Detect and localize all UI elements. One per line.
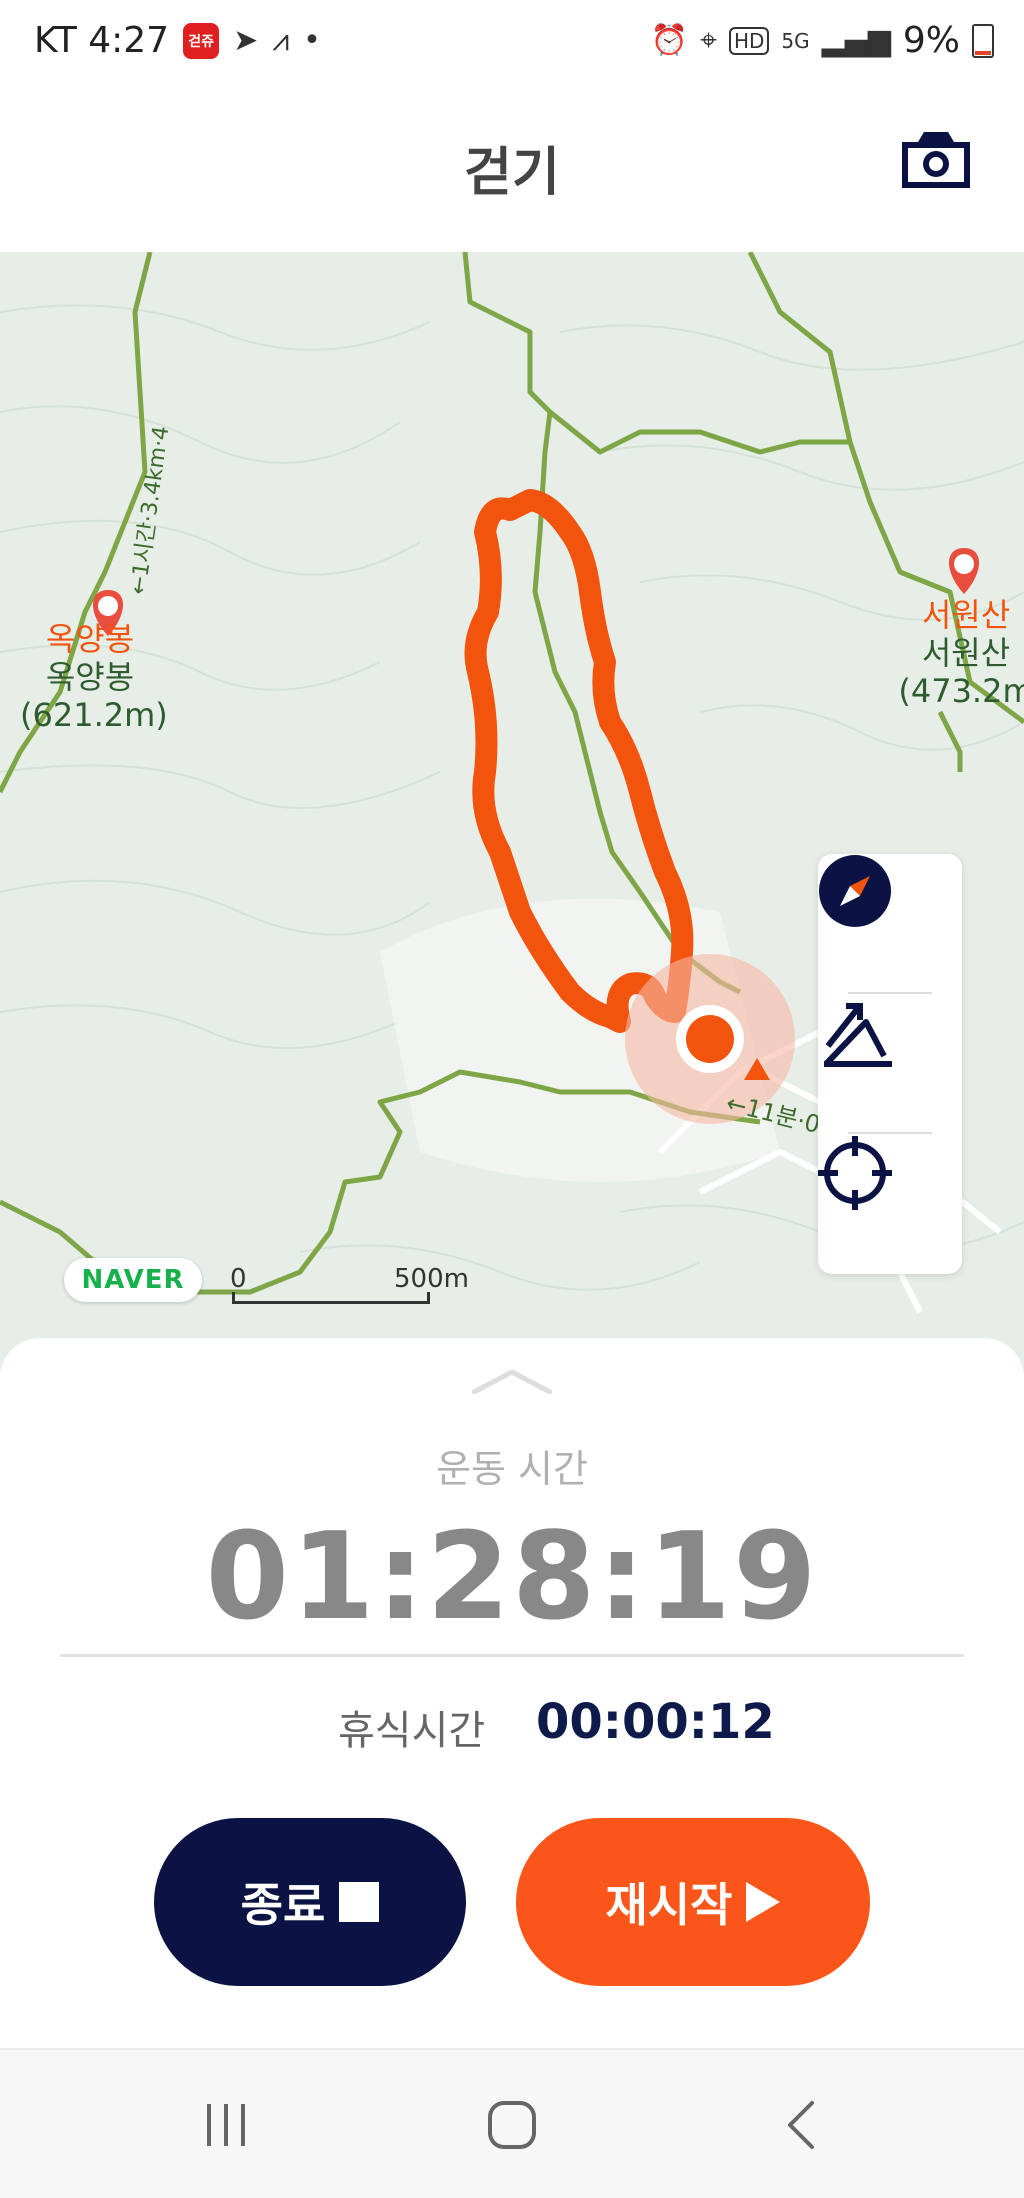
exercise-time-label: 운동 시간 xyxy=(436,1447,588,1491)
peak-name-secondary: 서원산 xyxy=(921,634,1011,672)
location-icon: ⌖ xyxy=(700,23,717,58)
peak-label-seowonsan[interactable]: 서원산 서원산 (473.2m xyxy=(896,596,1024,710)
chevron-up-icon[interactable] xyxy=(472,1368,552,1394)
rest-time-label: 휴식시간 xyxy=(338,1708,486,1754)
restart-button[interactable]: 재시작 xyxy=(516,1818,870,1986)
system-navigation-bar xyxy=(0,2048,1024,2198)
compass-button[interactable] xyxy=(818,854,962,990)
camera-button[interactable] xyxy=(898,128,974,192)
carrier-time: KT 4:27 xyxy=(34,20,170,61)
peak-height: (621.2m) xyxy=(20,696,168,734)
locate-button[interactable] xyxy=(818,1136,962,1272)
back-icon xyxy=(788,2101,814,2149)
recent-apps-icon xyxy=(207,2104,245,2146)
telegram-icon: ➤ xyxy=(233,23,259,58)
crosshair-icon xyxy=(818,1136,892,1210)
peak-name-secondary: 옥양봉 xyxy=(45,658,135,696)
peak-label-okyangbong[interactable]: 옥양봉 옥양봉 (621.2m) xyxy=(20,620,168,734)
map-provider-logo: NAVER xyxy=(64,1258,202,1302)
notification-dot: • xyxy=(303,23,321,58)
app-header: 걷기 xyxy=(0,90,1024,252)
status-right: ⏰ ⌖ HD 5G ▂▄▆ 9% xyxy=(651,20,994,61)
stop-icon xyxy=(339,1882,380,1922)
map-controls xyxy=(818,854,962,1274)
map-scale: 0 500m xyxy=(230,1264,469,1310)
peak-name: 서원산 xyxy=(921,596,1011,634)
compass-icon xyxy=(819,855,891,927)
page-title: 걷기 xyxy=(464,143,560,203)
controls-divider xyxy=(848,992,932,994)
hd-icon: HD xyxy=(728,26,770,55)
scale-bar xyxy=(232,1292,430,1304)
panel-divider xyxy=(60,1654,964,1657)
home-icon xyxy=(488,2101,536,2149)
recent-apps-button[interactable] xyxy=(176,2080,276,2170)
scale-start: 0 xyxy=(230,1264,247,1294)
elevation-button[interactable] xyxy=(818,996,962,1132)
peak-height: (473.2m xyxy=(898,672,1024,710)
home-button[interactable] xyxy=(462,2080,562,2170)
app-badge-icon: 걷쥬 xyxy=(183,22,220,59)
peak-name: 옥양봉 xyxy=(45,620,135,658)
end-button[interactable]: 종료 xyxy=(154,1818,466,1986)
shoe-icon: ⩘ xyxy=(272,23,290,58)
elevation-icon xyxy=(823,1003,892,1067)
workout-panel: 운동 시간 01:28:19 휴식시간 00:00:12 종료 재시작 xyxy=(0,1338,1024,2048)
5g-icon: 5G xyxy=(781,28,810,53)
play-icon xyxy=(746,1882,781,1922)
battery-icon xyxy=(972,23,994,58)
alarm-icon: ⏰ xyxy=(650,23,689,58)
rest-time: 00:00:12 xyxy=(536,1694,775,1750)
signal-icon: ▂▄▆ xyxy=(821,23,891,58)
end-button-label: 종료 xyxy=(240,1878,326,1932)
battery-percent: 9% xyxy=(902,20,960,61)
peak-marker-seowonsan xyxy=(949,548,979,594)
back-button[interactable] xyxy=(752,2080,852,2170)
status-bar: KT 4:27 걷쥬 ➤ ⩘ • ⏰ ⌖ HD 5G ▂▄▆ 9% xyxy=(0,0,1024,90)
restart-button-label: 재시작 xyxy=(605,1878,733,1932)
status-left: KT 4:27 걷쥬 ➤ ⩘ • xyxy=(34,20,321,61)
camera-icon xyxy=(902,132,970,188)
scale-end: 500m xyxy=(394,1264,469,1294)
map-view[interactable]: 옥양봉 옥양봉 (621.2m) 서원산 서원산 (473.2m ←1시간·3.… xyxy=(0,252,1024,1372)
controls-divider xyxy=(848,1132,932,1134)
exercise-time: 01:28:19 xyxy=(205,1508,819,1647)
